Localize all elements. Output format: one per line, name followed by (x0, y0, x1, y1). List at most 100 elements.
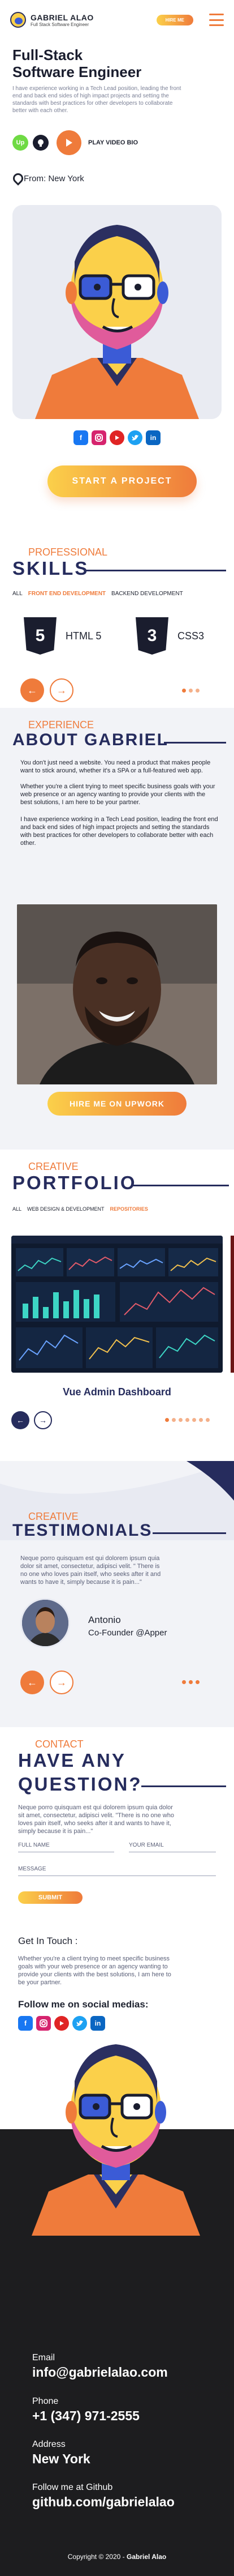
skills-prev-button[interactable]: ← (20, 678, 44, 702)
portfolio-divider (133, 1185, 229, 1186)
facebook-icon[interactable]: f (73, 430, 88, 445)
footer-portrait (26, 2039, 206, 2236)
full-name-field[interactable]: FULL NAME (18, 1842, 114, 1852)
tab-repositories[interactable]: REPOSITORIES (110, 1206, 148, 1212)
arrow-left-icon: ← (27, 1676, 37, 1688)
portfolio-next-button[interactable]: → (34, 1411, 52, 1429)
instagram-icon[interactable] (36, 2016, 51, 2031)
instagram-icon[interactable] (92, 430, 106, 445)
play-video-button[interactable] (57, 130, 81, 155)
follow-title: Follow me on social medias: (18, 1999, 149, 2010)
about-paragraph-2: Whether you're a client trying to meet s… (20, 783, 215, 806)
portfolio-tabs: ALL WEB DESIGN & DEVELOPMENT REPOSITORIE… (12, 1206, 148, 1212)
skills-kicker: PROFESSIONAL (28, 546, 108, 558)
testimonial-quote: Neque porro quisquam est qui dolorem ips… (20, 1555, 161, 1586)
tab-backend[interactable]: BACKEND DEVELOPMENT (111, 591, 183, 597)
css3-icon: 3 (136, 617, 168, 655)
linkedin-icon[interactable]: in (90, 2016, 105, 2031)
contact-title: HAVE ANY QUESTION? (18, 1749, 142, 1796)
skills-next-button[interactable]: → (50, 678, 73, 702)
upwork-icon[interactable]: Up (12, 135, 28, 151)
brand[interactable]: GABRIEL ALAO Full Stack Software Enginee… (31, 13, 94, 27)
message-field[interactable]: MESSAGE (18, 1866, 216, 1876)
contact-social-links: f in (18, 2016, 105, 2031)
about-photo (17, 904, 217, 1084)
pagination-dot[interactable] (182, 689, 186, 693)
brand-name: GABRIEL ALAO (31, 12, 94, 22)
youtube-icon[interactable] (110, 430, 124, 445)
twitter-icon[interactable] (128, 430, 142, 445)
skills-pagination (182, 689, 200, 693)
social-links: f in (0, 430, 234, 445)
skill-label: HTML 5 (66, 630, 102, 642)
tab-all[interactable]: ALL (12, 1206, 21, 1212)
hero-title-line1: Full-Stack (12, 46, 83, 63)
footer-phone[interactable]: +1 (347) 971-2555 (32, 2408, 140, 2424)
hero-actions: Up PLAY VIDEO BIO (12, 130, 138, 155)
testimonials-prev-button[interactable]: ← (20, 1671, 44, 1694)
play-video-label[interactable]: PLAY VIDEO BIO (88, 139, 138, 146)
hire-me-button[interactable]: HIRE ME (156, 14, 193, 25)
html5-icon: 5 (24, 617, 57, 655)
play-icon (66, 139, 72, 147)
pagination-dot[interactable] (189, 1680, 193, 1684)
github-icon[interactable] (33, 135, 49, 151)
about-divider (164, 742, 226, 744)
location-pin-icon (12, 173, 20, 183)
site-header: GABRIEL ALAO Full Stack Software Enginee… (0, 0, 234, 40)
contact-title-line2: QUESTION? (18, 1774, 142, 1795)
portfolio-screenshot[interactable] (11, 1236, 223, 1373)
portfolio-kicker: CREATIVE (28, 1161, 79, 1172)
pagination-dot[interactable] (206, 1418, 210, 1422)
testimonials-title: TESTIMONIALS (12, 1521, 153, 1540)
menu-icon[interactable] (209, 14, 224, 26)
hire-on-upwork-button[interactable]: HIRE ME ON UPWORK (47, 1092, 187, 1116)
testimonials-divider (153, 1532, 226, 1534)
skills-divider (85, 570, 226, 571)
contact-title-line1: HAVE ANY (18, 1750, 126, 1771)
tab-web-design[interactable]: WEB DESIGN & DEVELOPMENT (27, 1206, 105, 1212)
skill-label: CSS3 (177, 630, 205, 642)
pagination-dot[interactable] (189, 689, 193, 693)
skills-tabs: ALL FRONT END DEVELOPMENT BACKEND DEVELO… (12, 591, 183, 597)
tab-all[interactable]: ALL (12, 591, 23, 597)
about-paragraph-3: I have experience working in a Tech Lead… (20, 816, 218, 847)
pagination-dot[interactable] (196, 689, 200, 693)
footer-address: New York (32, 2451, 90, 2466)
linkedin-icon[interactable]: in (146, 430, 161, 445)
pagination-dot[interactable] (199, 1418, 203, 1422)
start-project-button[interactable]: START A PROJECT (47, 465, 197, 497)
twitter-icon[interactable] (72, 2016, 87, 2031)
testimonials-pagination (182, 1680, 200, 1684)
pagination-dot[interactable] (172, 1418, 176, 1422)
footer-github-label: Follow me at Github (32, 2483, 113, 2492)
testimonial-role: Co-Founder @Apper (88, 1628, 167, 1638)
location: From: New York (12, 173, 84, 183)
about-kicker: EXPERIENCE (28, 719, 94, 730)
arrow-right-icon: → (39, 1416, 47, 1425)
submit-button[interactable]: SUBMIT (18, 1891, 83, 1904)
tab-front-end[interactable]: FRONT END DEVELOPMENT (28, 591, 106, 597)
footer-github-link[interactable]: github.com/gabrielalao (32, 2494, 175, 2510)
get-in-touch-title: Get In Touch : (18, 1936, 78, 1946)
testimonials-next-button[interactable]: → (50, 1671, 73, 1694)
copyright: Copyright © 2020 - Gabriel Alao (0, 2553, 234, 2561)
facebook-icon[interactable]: f (18, 2016, 33, 2031)
pagination-dot[interactable] (196, 1680, 200, 1684)
hero-title-line2: Software Engineer (12, 63, 142, 80)
pagination-dot[interactable] (185, 1418, 189, 1422)
pagination-dot[interactable] (192, 1418, 196, 1422)
portfolio-title: PORTFOLIO (12, 1172, 137, 1193)
footer-email[interactable]: info@gabrielalao.com (32, 2365, 168, 2380)
pagination-dot[interactable] (165, 1418, 169, 1422)
portfolio-prev-button[interactable]: ← (11, 1411, 29, 1429)
youtube-icon[interactable] (54, 2016, 69, 2031)
logo-avatar[interactable] (10, 12, 26, 28)
pagination-dot[interactable] (179, 1418, 183, 1422)
project-title[interactable]: Vue Admin Dashboard (0, 1386, 234, 1398)
skill-card-html5: 5 HTML 5 (24, 617, 101, 655)
skills-title: SKILLS (12, 558, 89, 579)
email-field[interactable]: YOUR EMAIL (129, 1842, 216, 1852)
arrow-right-icon: → (57, 684, 67, 696)
pagination-dot[interactable] (182, 1680, 186, 1684)
